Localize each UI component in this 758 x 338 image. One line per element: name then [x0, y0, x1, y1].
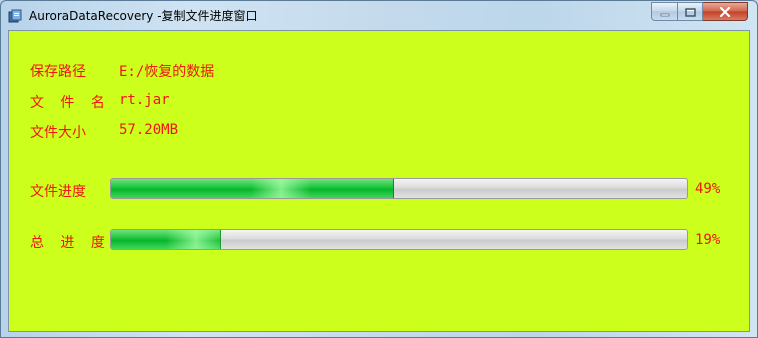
- window-controls: [651, 2, 748, 21]
- progress-panel: 保存路径 E:/恢复的数据 文 件 名 rt.jar 文件大小 57.20MB …: [8, 30, 750, 332]
- file-progress-fill: [111, 179, 394, 198]
- total-progress-bar: [110, 229, 688, 250]
- file-size-value: 57.20MB: [119, 122, 179, 138]
- total-progress-percent: 19%: [695, 232, 721, 248]
- maximize-button[interactable]: [677, 2, 703, 21]
- file-progress-bar: [110, 178, 688, 199]
- save-path-label: 保存路径: [30, 64, 86, 80]
- file-name-label: 文 件 名: [30, 95, 109, 111]
- close-button[interactable]: [703, 2, 748, 21]
- total-progress-fill: [111, 230, 226, 249]
- minimize-button[interactable]: [651, 2, 677, 21]
- file-progress-shine: [251, 179, 311, 198]
- minimize-icon: [660, 2, 670, 21]
- app-window: AuroraDataRecovery -复制文件进度窗口 保存路径 E:/恢复的…: [0, 0, 758, 338]
- maximize-icon: [684, 2, 696, 21]
- title-bar[interactable]: AuroraDataRecovery -复制文件进度窗口: [1, 1, 757, 29]
- file-progress-label: 文件进度: [30, 184, 86, 200]
- file-progress-percent: 49%: [695, 181, 721, 197]
- total-progress-label: 总 进 度: [30, 235, 109, 251]
- window-title: AuroraDataRecovery -复制文件进度窗口: [29, 9, 258, 23]
- file-size-label: 文件大小: [30, 125, 86, 141]
- app-icon: [8, 8, 22, 23]
- save-path-value: E:/恢复的数据: [119, 64, 215, 80]
- total-progress-shine: [166, 230, 226, 249]
- file-name-value: rt.jar: [119, 92, 170, 108]
- close-icon: [719, 2, 731, 21]
